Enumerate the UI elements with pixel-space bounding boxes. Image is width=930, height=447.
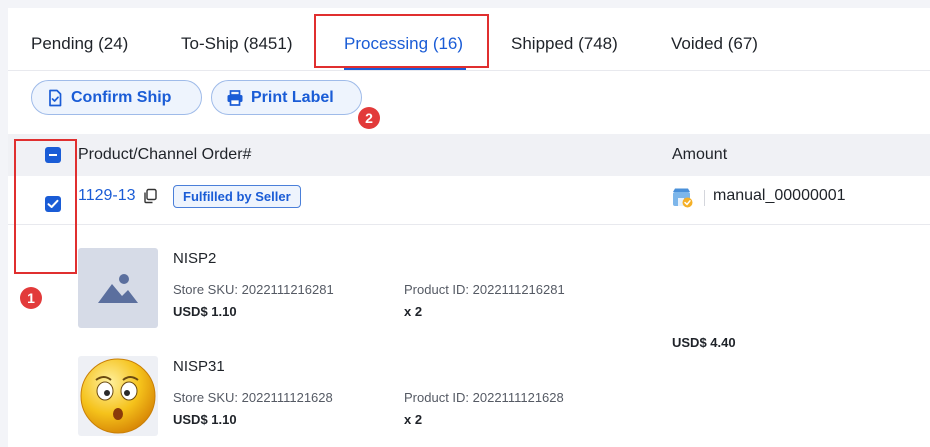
product-quantity: x 2 (404, 304, 423, 319)
placeholder-image-icon (78, 248, 158, 328)
copy-icon[interactable] (142, 188, 158, 204)
product-store-sku: Store SKU: 2022111121628 (173, 390, 333, 405)
table-header: Product/Channel Order# Amount (8, 134, 930, 177)
order-number-link[interactable]: 1129-13 (78, 187, 136, 205)
annotation-badge-2: 2 (358, 107, 380, 129)
print-label-label: Print Label (251, 88, 334, 106)
printer-icon (226, 89, 244, 107)
active-tab-indicator (344, 68, 466, 70)
divider (704, 190, 705, 206)
product-name: NISP31 (173, 358, 225, 375)
highlight-box-processing-tab (314, 14, 489, 68)
tab-shipped[interactable]: Shipped (748) (511, 34, 618, 54)
tab-to-ship[interactable]: To-Ship (8451) (181, 34, 293, 54)
document-check-icon (46, 89, 64, 107)
tab-pending[interactable]: Pending (24) (31, 34, 128, 54)
column-header-amount: Amount (672, 146, 728, 163)
print-label-button[interactable]: Print Label (211, 80, 362, 115)
channel-order-number: manual_00000001 (713, 187, 846, 204)
product-id: Product ID: 2022111216281 (404, 282, 565, 297)
product-name: NISP2 (173, 250, 217, 267)
column-header-product: Product/Channel Order# (78, 146, 252, 163)
highlight-box-checkbox-column (14, 139, 77, 274)
confirm-ship-label: Confirm Ship (71, 88, 172, 106)
order-amount: USD$ 4.40 (672, 335, 736, 350)
store-icon (672, 187, 693, 208)
confirm-ship-button[interactable]: Confirm Ship (31, 80, 202, 115)
product-store-sku: Store SKU: 2022111216281 (173, 282, 334, 297)
product-price: USD$ 1.10 (173, 304, 237, 319)
fulfillment-tag: Fulfilled by Seller (173, 185, 301, 208)
order-row: 1129-13 Fulfilled by Seller manual_00000… (8, 176, 930, 225)
tab-voided[interactable]: Voided (67) (671, 34, 758, 54)
product-price: USD$ 1.10 (173, 412, 237, 427)
product-id: Product ID: 2022111121628 (404, 390, 564, 405)
annotation-badge-1: 1 (20, 287, 42, 309)
product-quantity: x 2 (404, 412, 423, 427)
emoji-face-icon (78, 356, 158, 436)
